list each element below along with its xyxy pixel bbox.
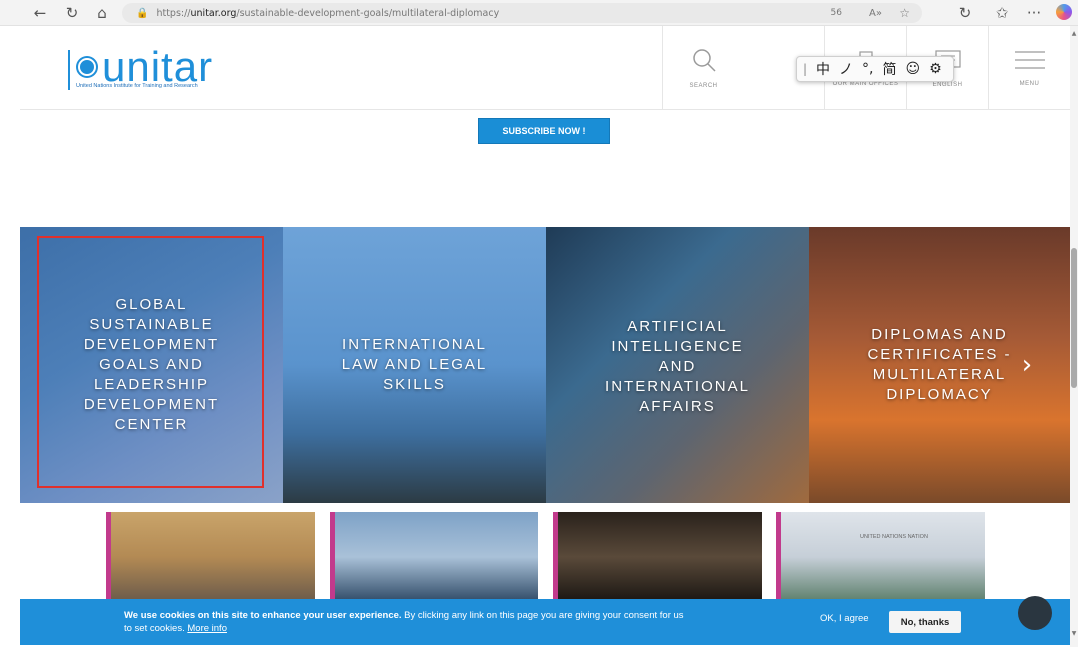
scroll-up-arrow-icon[interactable]: ▲ — [1070, 30, 1078, 37]
back-icon[interactable]: ← — [30, 3, 50, 23]
zoom-indicator[interactable]: 56 — [831, 8, 842, 18]
thumb-accent — [330, 512, 335, 602]
thumb-accent — [106, 512, 111, 602]
page: ← ↻ ⌂ 🔒 https://unitar.org/sustainable-d… — [0, 0, 1078, 647]
ok-agree-button[interactable]: OK, I agree — [820, 613, 869, 624]
cookie-message-bold: We use cookies on this site to enhance y… — [124, 610, 402, 621]
thumb-un-building[interactable]: UNITED NATIONS NATION — [776, 512, 985, 602]
scrollbar[interactable]: ▲ ▼ — [1070, 26, 1078, 647]
language-label: ENGLISH — [932, 82, 963, 88]
hamburger-icon — [1014, 51, 1045, 69]
ime-emoji-icon[interactable]: ☺ — [906, 61, 921, 77]
read-aloud-icon[interactable]: A» — [869, 8, 882, 19]
logo-wordmark: unitar — [102, 43, 214, 90]
search-icon — [692, 49, 716, 72]
thumb-accent — [553, 512, 558, 602]
thumb-un-group-photo[interactable] — [106, 512, 315, 602]
ime-toolbar: | 中 ノ °, 简 ☺ ⚙ — [796, 56, 954, 82]
no-thanks-button[interactable]: No, thanks — [889, 611, 961, 633]
tile-global-sdg[interactable]: GLOBAL SUSTAINABLE DEVELOPMENT GOALS AND… — [20, 227, 283, 503]
cookie-banner: We use cookies on this site to enhance y… — [20, 599, 1070, 645]
tile-title: INTERNATIONAL LAW AND LEGAL SKILLS — [341, 336, 488, 393]
menu-button[interactable]: MENU — [988, 26, 1070, 110]
search-button[interactable]: SEARCH — [662, 26, 744, 110]
thumb-arctic-landscape[interactable] — [330, 512, 538, 602]
un-building-sign: UNITED NATIONS NATION — [860, 534, 928, 540]
unitar-logo[interactable]: unitar United Nations Institute for Trai… — [68, 46, 308, 96]
reload-icon[interactable]: ↻ — [62, 3, 82, 23]
ime-simplified-toggle[interactable]: 简 — [883, 59, 897, 79]
home-icon[interactable]: ⌂ — [92, 3, 112, 23]
menu-label: MENU — [1019, 81, 1040, 87]
tile-title: ARTIFICIAL INTELLIGENCE AND INTERNATIONA… — [605, 318, 750, 415]
subscribe-button[interactable]: SUBSCRIBE NOW ! — [478, 118, 610, 144]
lock-icon: 🔒 — [136, 7, 149, 19]
thumb-accent — [776, 512, 781, 602]
carousel-next-chevron-icon[interactable]: › — [1012, 345, 1042, 385]
favorites-icon[interactable]: ✩ — [992, 3, 1012, 23]
search-label: SEARCH — [689, 83, 718, 89]
copilot-icon[interactable] — [1056, 4, 1072, 20]
ime-chinese-mode[interactable]: 中 — [816, 59, 830, 79]
favorite-star-icon[interactable]: ☆ — [899, 6, 910, 20]
chat-fab-button[interactable] — [1018, 596, 1052, 630]
tile-international-law[interactable]: INTERNATIONAL LAW AND LEGAL SKILLS — [283, 227, 546, 503]
more-icon[interactable]: ··· — [1024, 3, 1044, 23]
more-info-link[interactable]: More info — [187, 623, 227, 634]
ime-punctuation-icon[interactable]: °, — [862, 61, 873, 77]
url-domain: unitar.org — [190, 7, 237, 19]
ime-settings-icon[interactable]: ⚙ — [929, 61, 942, 77]
logo-bar — [68, 50, 70, 90]
logo-subtitle: United Nations Institute for Training an… — [76, 83, 198, 89]
ime-grip-icon[interactable]: | — [803, 62, 807, 76]
un-emblem-icon — [76, 56, 98, 78]
url-prefix: https:// — [156, 7, 191, 19]
url-path: /sustainable-development-goals/multilate… — [236, 7, 500, 19]
tile-artificial-intelligence[interactable]: ARTIFICIAL INTELLIGENCE AND INTERNATIONA… — [546, 227, 809, 503]
address-bar[interactable]: 🔒 https://unitar.org/sustainable-develop… — [122, 3, 922, 23]
ime-moon-icon[interactable]: ノ — [839, 59, 853, 79]
refresh-icon[interactable]: ↻ — [955, 3, 975, 23]
hero-tiles: GLOBAL SUSTAINABLE DEVELOPMENT GOALS AND… — [20, 227, 1070, 503]
browser-toolbar: ← ↻ ⌂ 🔒 https://unitar.org/sustainable-d… — [0, 0, 1078, 26]
scrollbar-thumb[interactable] — [1071, 248, 1077, 388]
scroll-down-arrow-icon[interactable]: ▼ — [1070, 630, 1078, 637]
tile-title: GLOBAL SUSTAINABLE DEVELOPMENT GOALS AND… — [83, 296, 220, 433]
thumb-conference[interactable] — [553, 512, 762, 602]
cookie-message: We use cookies on this site to enhance y… — [124, 609, 684, 635]
